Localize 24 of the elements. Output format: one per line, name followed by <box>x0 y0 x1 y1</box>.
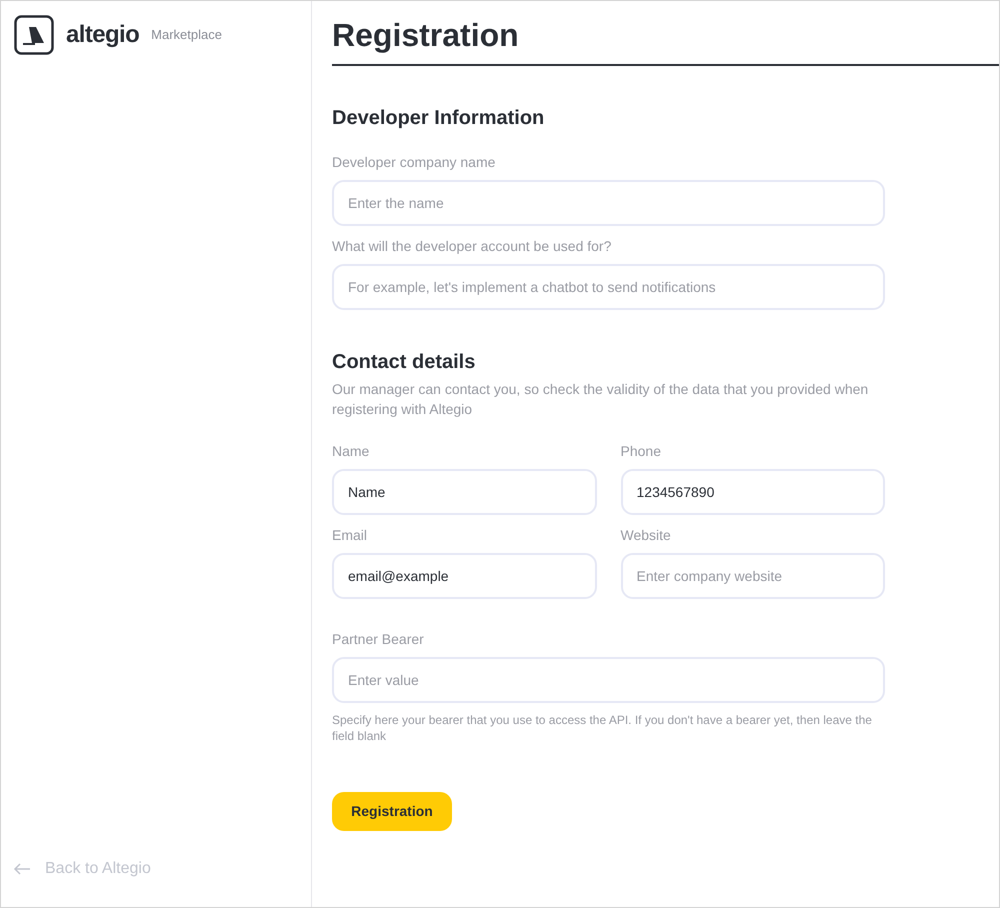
input-field[interactable]: Enter value <box>332 657 885 703</box>
field-label: Email <box>332 526 368 545</box>
brand-name: altegio <box>66 20 140 50</box>
field-label: Developer company name <box>332 153 496 172</box>
field-label: Name <box>332 442 370 461</box>
field-label: What will the developer account be used for? <box>332 237 612 256</box>
field-label: Partner Bearer <box>332 630 425 649</box>
input-field[interactable]: For example, let's implement a chatbot to send notifications <box>332 264 885 310</box>
input-field[interactable]: Enter company website <box>620 553 885 599</box>
brand-subtitle: Marketplace <box>151 26 222 44</box>
input-field[interactable]: Enter the name <box>332 180 885 226</box>
input-field[interactable]: Name <box>332 469 596 515</box>
field-label: Website <box>620 526 672 545</box>
field-label: Phone <box>620 442 662 461</box>
page-title: Registration <box>332 16 520 55</box>
section-description: Our manager can contact you, so check the validity of the data that you provided when registering with Altegio <box>332 380 870 419</box>
input-field[interactable]: email@example <box>332 553 596 599</box>
logo-icon <box>14 15 54 55</box>
registration-button[interactable]: Registration <box>332 792 452 831</box>
arrow-left-icon <box>13 863 31 875</box>
section-heading: Developer Information <box>332 106 546 130</box>
section-heading: Contact details <box>332 350 476 374</box>
field-hint: Specify here your bearer that you use to access the API. If you don't have a bearer yet, then leave the field blank <box>332 712 873 744</box>
input-field[interactable]: 1234567890 <box>620 469 885 515</box>
